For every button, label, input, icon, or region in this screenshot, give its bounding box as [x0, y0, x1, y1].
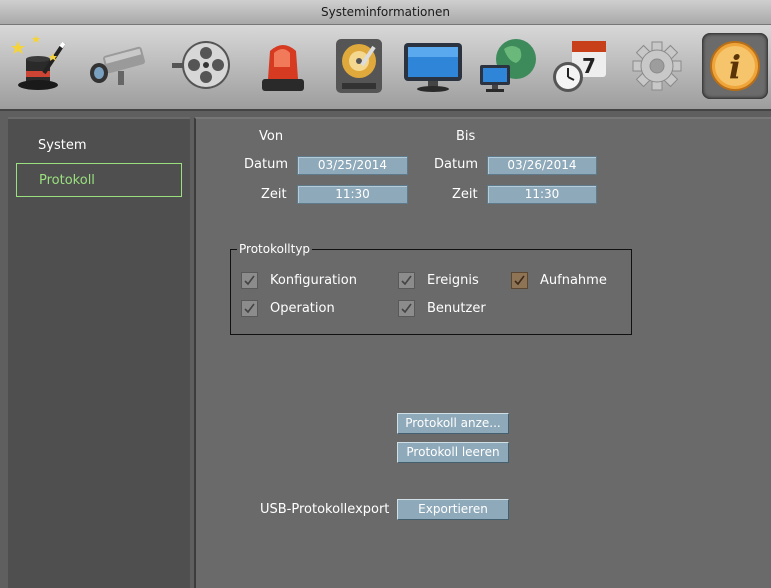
info-letter-text: i	[729, 48, 741, 86]
von-zeit-label: Zeit	[261, 187, 287, 202]
aufnahme-checkbox[interactable]	[511, 272, 528, 289]
benutzer-checkbox[interactable]	[398, 300, 415, 317]
von-datum-field[interactable]: 03/25/2014	[297, 156, 408, 175]
info-icon[interactable]: i	[702, 33, 768, 99]
ereignis-label: Ereignis	[427, 273, 479, 288]
checkmark-icon	[244, 303, 255, 314]
checkmark-icon	[401, 275, 412, 286]
sidebar: System Protokoll	[8, 117, 190, 588]
window-title: Systeminformationen	[0, 0, 771, 25]
schedule-icon[interactable]: 7	[548, 33, 614, 99]
camera-icon[interactable]	[84, 33, 150, 99]
gear-icon[interactable]	[624, 33, 690, 99]
hard-disk-icon[interactable]	[326, 33, 392, 99]
von-label: Von	[259, 129, 284, 144]
bis-zeit-field[interactable]: 11:30	[487, 185, 597, 204]
operation-checkbox[interactable]	[241, 300, 258, 317]
checkmark-icon	[244, 275, 255, 286]
main-toolbar: 7 i	[0, 25, 771, 111]
operation-label: Operation	[270, 301, 335, 316]
ereignis-checkbox[interactable]	[398, 272, 415, 289]
aufnahme-label: Aufnahme	[540, 273, 607, 288]
bis-zeit-label: Zeit	[452, 187, 478, 202]
checkmark-icon	[401, 303, 412, 314]
von-zeit-field[interactable]: 11:30	[297, 185, 408, 204]
protokolltyp-group	[230, 249, 632, 335]
wizard-hat-icon[interactable]	[6, 33, 72, 99]
export-button[interactable]: Exportieren	[397, 499, 509, 520]
schedule-day-text: 7	[582, 54, 596, 78]
alarm-light-icon[interactable]	[250, 33, 316, 99]
bis-datum-field[interactable]: 03/26/2014	[487, 156, 597, 175]
monitor-icon[interactable]	[400, 33, 466, 99]
sidebar-item-protokoll[interactable]: Protokoll	[16, 163, 182, 197]
protokolltyp-legend: Protokolltyp	[237, 241, 313, 257]
film-reel-icon[interactable]	[170, 33, 236, 99]
bis-label: Bis	[456, 129, 476, 144]
konfiguration-checkbox[interactable]	[241, 272, 258, 289]
clear-log-button[interactable]: Protokoll leeren	[397, 442, 509, 463]
usb-export-label: USB-Protokollexport	[260, 502, 390, 517]
sidebar-item-system[interactable]: System	[16, 129, 182, 163]
network-icon[interactable]	[476, 33, 542, 99]
show-log-button[interactable]: Protokoll anze...	[397, 413, 509, 434]
von-datum-label: Datum	[244, 157, 288, 172]
checkmark-icon	[514, 275, 525, 286]
konfiguration-label: Konfiguration	[270, 273, 357, 288]
bis-datum-label: Datum	[434, 157, 478, 172]
benutzer-label: Benutzer	[427, 301, 486, 316]
